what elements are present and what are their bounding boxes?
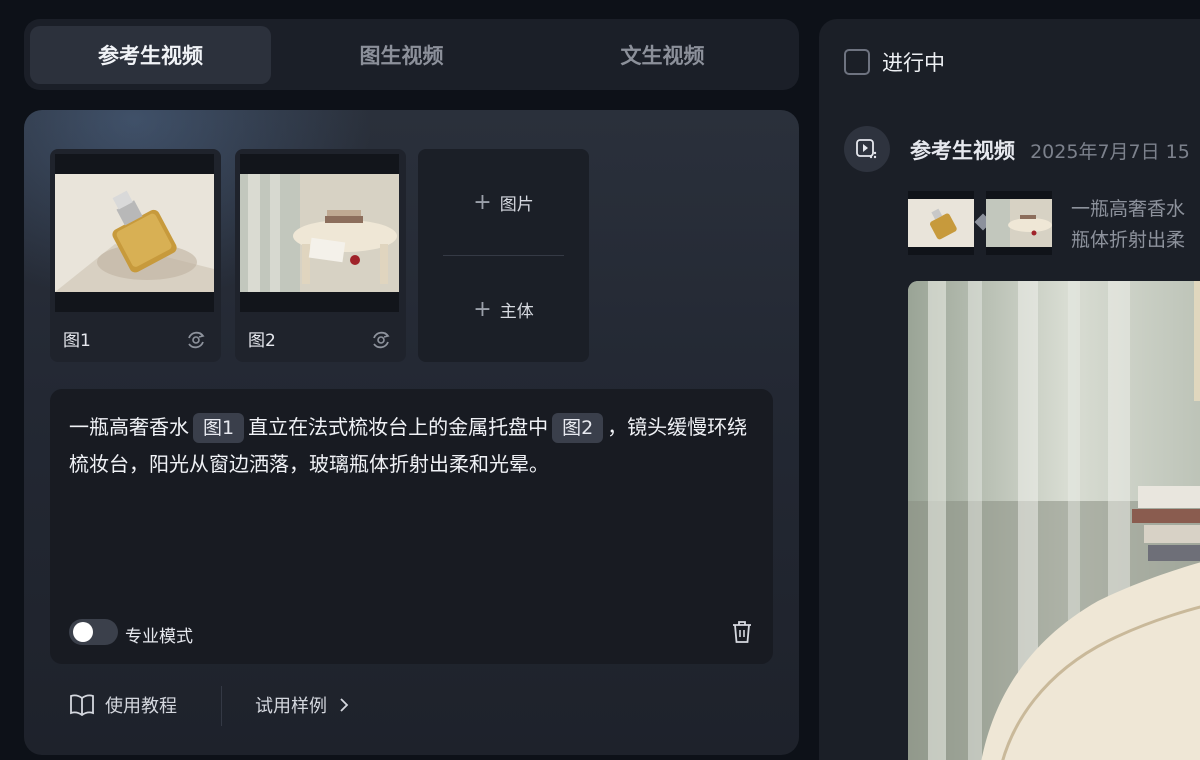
perfume-bottle-image <box>908 199 974 247</box>
task-history-panel: 进行中 参考生视频 2025年7月7日 15 一瓶高奢香水 瓶体折射出柔 <box>819 19 1200 760</box>
reference-card-2[interactable]: 图2 <box>235 149 406 362</box>
add-subject-label: 主体 <box>499 301 534 322</box>
plus-icon: + <box>473 296 492 322</box>
mode-tabs: 参考生视频 图生视频 文生视频 <box>24 19 799 90</box>
pro-mode-label: 专业模式 <box>125 627 193 647</box>
video-frame-image <box>908 281 1200 760</box>
add-image-label: 图片 <box>499 194 534 215</box>
task-prompt-preview: 一瓶高奢香水 瓶体折射出柔 <box>1071 194 1200 256</box>
reference-tag-1[interactable]: 图1 <box>193 413 245 443</box>
swap-icon[interactable] <box>184 328 208 352</box>
task-reference-thumb-1[interactable] <box>908 191 974 255</box>
prompt-editor[interactable]: 一瓶高奢香水 图1 直立在法式梳妆台上的金属托盘中 图2 ，镜头缓慢环绕梳妆台，阳光从窗… <box>50 389 773 664</box>
prompt-segment: 直立在法式梳妆台上的金属托盘中 <box>248 415 549 439</box>
generated-video-preview[interactable] <box>908 281 1200 760</box>
pro-mode-toggle[interactable] <box>69 619 118 645</box>
tutorial-label: 使用教程 <box>105 696 177 717</box>
add-image-button[interactable]: + 图片 <box>418 149 589 255</box>
plus-icon: + <box>473 189 492 215</box>
in-progress-filter[interactable]: 进行中 <box>844 47 945 77</box>
task-timestamp: 2025年7月7日 15 <box>1030 141 1190 163</box>
examples-label: 试用样例 <box>255 696 327 717</box>
swap-icon[interactable] <box>369 328 393 352</box>
perfume-bottle-image <box>55 174 214 292</box>
tab-reference-video[interactable]: 参考生视频 <box>30 25 271 84</box>
prompt-segment: 一瓶高奢香水 <box>69 415 189 439</box>
composer-panel: 图1 图2 + 图片 + 主体 一瓶高奢香水 图1 直立在法式梳妆台上的金属托盘… <box>24 110 799 755</box>
video-task-icon <box>844 126 890 172</box>
try-examples-link[interactable]: 试用样例 <box>255 692 351 718</box>
composer-footer: 使用教程 试用样例 <box>50 686 773 730</box>
vanity-table-image <box>986 199 1052 247</box>
toggle-knob <box>73 622 93 642</box>
reference-thumbnail-perfume <box>55 154 214 312</box>
in-progress-checkbox[interactable] <box>844 49 870 75</box>
reference-thumbnail-vanity <box>240 154 399 312</box>
tab-text-to-video[interactable]: 文生视频 <box>532 26 793 84</box>
chevron-right-icon <box>340 698 349 712</box>
reference-card-1[interactable]: 图1 <box>50 149 221 362</box>
add-subject-button[interactable]: + 主体 <box>418 256 589 362</box>
task-reference-thumb-2[interactable] <box>986 191 1052 255</box>
task-prompt-line: 一瓶高奢香水 <box>1071 198 1186 220</box>
task-prompt-line: 瓶体折射出柔 <box>1071 229 1186 251</box>
reference-tag-2[interactable]: 图2 <box>552 413 604 443</box>
trash-icon[interactable] <box>730 619 754 645</box>
vanity-table-image <box>240 174 399 292</box>
book-icon <box>70 694 94 716</box>
task-header: 参考生视频 2025年7月7日 15 <box>910 135 1190 165</box>
prompt-text[interactable]: 一瓶高奢香水 图1 直立在法式梳妆台上的金属托盘中 图2 ，镜头缓慢环绕梳妆台，阳光从窗… <box>69 409 759 483</box>
reference-label-1: 图1 <box>63 331 91 351</box>
filter-label: 进行中 <box>882 51 945 75</box>
tab-image-to-video[interactable]: 图生视频 <box>271 26 532 84</box>
divider <box>221 686 222 726</box>
tutorial-link[interactable]: 使用教程 <box>69 692 177 718</box>
task-title: 参考生视频 <box>910 139 1015 163</box>
add-reference-card: + 图片 + 主体 <box>418 149 589 362</box>
reference-label-2: 图2 <box>248 331 276 351</box>
